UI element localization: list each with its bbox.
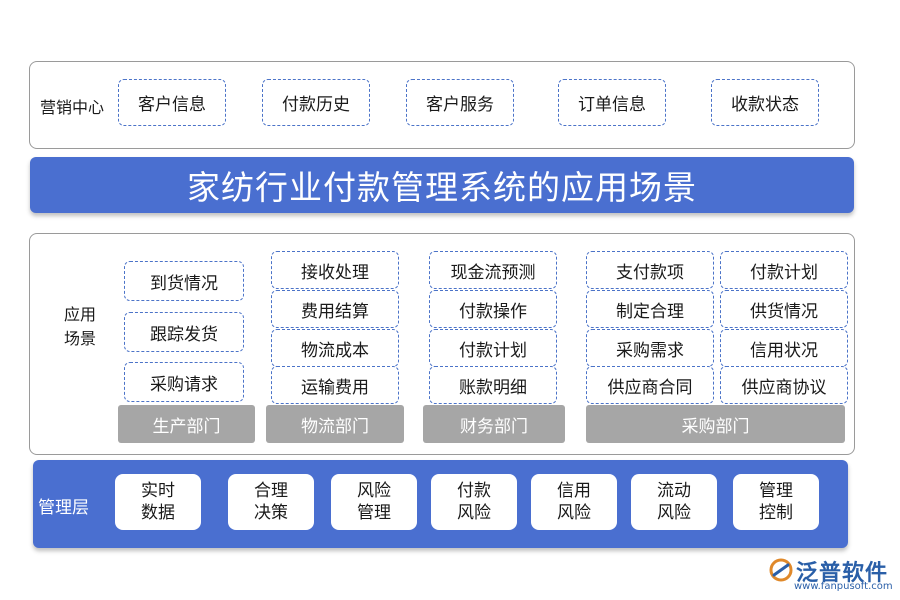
mgmt-item-management-control: 管理控制: [733, 474, 819, 530]
scenes-label-line1: 应用: [63, 305, 96, 324]
purchasing-item: 供应商协议: [720, 366, 848, 404]
production-item: 到货情况: [124, 261, 244, 301]
top-item-collection-status: 收款状态: [711, 79, 819, 126]
logistics-item: 物流成本: [271, 329, 399, 367]
marketing-center-label: 营销中心: [40, 98, 105, 117]
finance-item: 账款明细: [429, 366, 557, 404]
dept-finance: 财务部门: [423, 405, 565, 443]
purchasing-item: 采购需求: [586, 329, 714, 367]
dept-purchasing: 采购部门: [586, 405, 845, 443]
logistics-item: 运输费用: [271, 366, 399, 404]
mgmt-item-credit-risk: 信用风险: [531, 474, 617, 530]
top-item-customer-info: 客户信息: [118, 79, 226, 126]
logo-url: www.fanpusoft.com: [794, 581, 893, 592]
scenes-label-line2: 场景: [63, 329, 96, 348]
mgmt-item-risk-management: 风险管理: [331, 474, 417, 530]
main-title-bar: 家纺行业付款管理系统的应用场景: [30, 157, 854, 213]
purchasing-item: 信用状况: [720, 329, 848, 367]
purchasing-item: 供货情况: [720, 290, 848, 328]
purchasing-item: 支付款项: [586, 251, 714, 289]
finance-item: 付款操作: [429, 290, 557, 328]
production-item: 跟踪发货: [124, 312, 244, 352]
dept-production: 生产部门: [118, 405, 255, 443]
production-item: 采购请求: [124, 362, 244, 402]
logistics-item: 费用结算: [271, 290, 399, 328]
purchasing-item: 供应商合同: [586, 366, 714, 404]
mgmt-item-liquidity-risk: 流动风险: [631, 474, 717, 530]
purchasing-item: 制定合理: [586, 290, 714, 328]
top-item-payment-history: 付款历史: [262, 79, 370, 126]
mgmt-item-reasonable-decision: 合理决策: [228, 474, 314, 530]
finance-item: 付款计划: [429, 329, 557, 367]
dept-logistics: 物流部门: [266, 405, 404, 443]
top-item-order-info: 订单信息: [558, 79, 666, 126]
finance-item: 现金流预测: [429, 251, 557, 289]
logistics-item: 接收处理: [271, 251, 399, 289]
top-item-customer-service: 客户服务: [406, 79, 514, 126]
mgmt-item-payment-risk: 付款风险: [431, 474, 517, 530]
logo-icon: [769, 558, 793, 582]
scenes-label: 应用 场景: [60, 303, 100, 351]
purchasing-item: 付款计划: [720, 251, 848, 289]
fanpusoft-logo: 泛普软件 www.fanpusoft.com: [768, 555, 898, 597]
mgmt-item-realtime-data: 实时数据: [115, 474, 201, 530]
management-label: 管理层: [38, 498, 89, 518]
